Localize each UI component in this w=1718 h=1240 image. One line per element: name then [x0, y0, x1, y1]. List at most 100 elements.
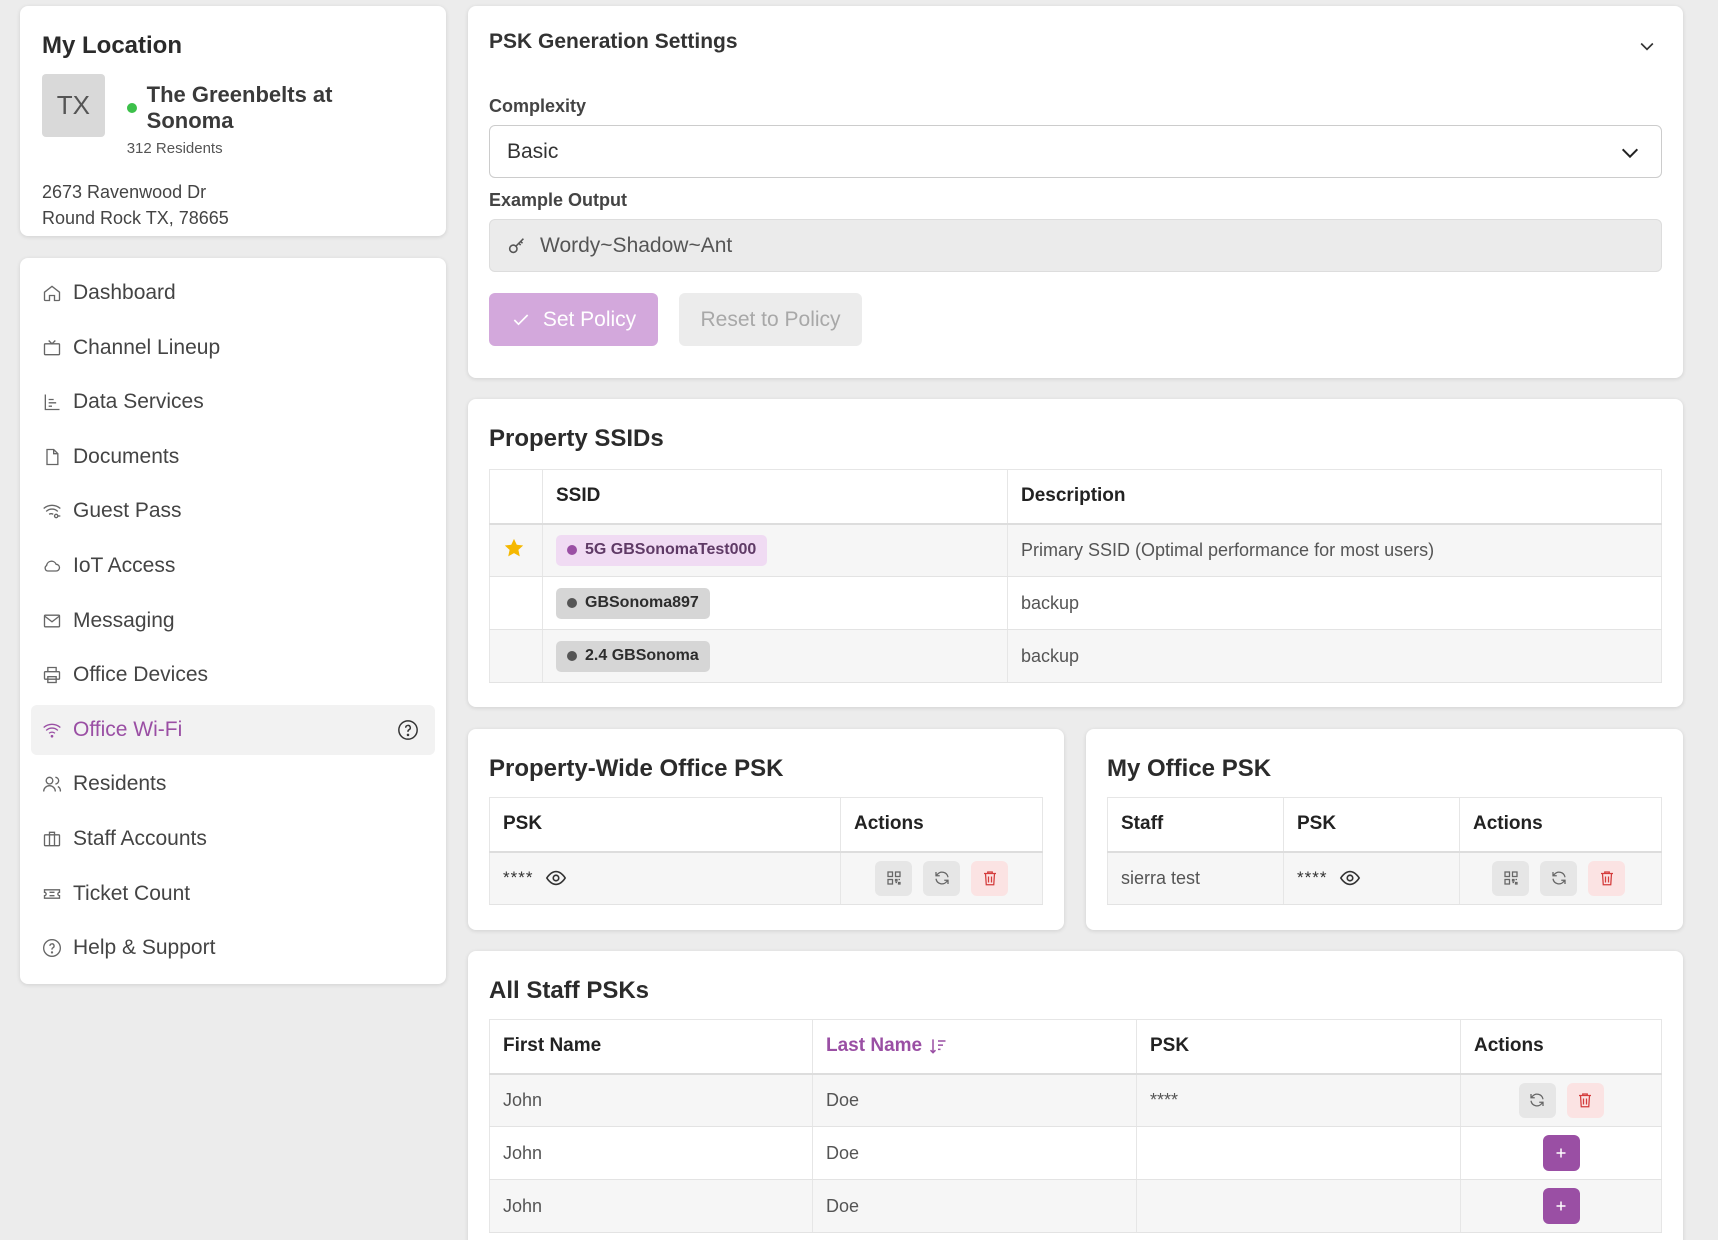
ticket-icon: [41, 883, 63, 905]
sidebar-item-documents[interactable]: Documents: [31, 432, 435, 482]
location-card: My Location TX The Greenbelts at Sonoma …: [20, 6, 446, 236]
last-name: Doe: [812, 1073, 1137, 1127]
regenerate-button[interactable]: [1540, 860, 1577, 896]
sidebar-item-residents[interactable]: Residents: [31, 759, 435, 809]
sidebar-item-office-devices[interactable]: Office Devices: [31, 650, 435, 700]
my-psk-table: Staff PSK Actions sierra test ****: [1107, 797, 1662, 905]
resident-count: 312 Residents: [126, 140, 223, 157]
star-icon[interactable]: [489, 523, 543, 577]
example-output-label: Example Output: [489, 190, 628, 210]
regenerate-button[interactable]: [923, 860, 960, 896]
psk-mask-text: ****: [1297, 868, 1328, 888]
check-icon: [513, 313, 529, 325]
last-name: Doe: [812, 1126, 1137, 1180]
cloud-icon: [41, 555, 63, 577]
sidebar-item-guest-pass[interactable]: Guest Pass: [31, 486, 435, 536]
table-row: sierra test ****: [1107, 851, 1662, 905]
ssid-pill: 2.4 GBSonoma: [556, 640, 710, 672]
sidebar-item-help-support[interactable]: Help & Support: [31, 923, 435, 973]
delete-button[interactable]: [971, 860, 1008, 896]
table-row[interactable]: 2.4 GBSonoma backup: [489, 629, 1662, 683]
table-row[interactable]: 5G GBSonomaTest000 Primary SSID (Optimal…: [489, 523, 1662, 577]
sidebar-item-label: Office Devices: [73, 663, 208, 687]
complexity-select[interactable]: Basic: [489, 125, 1662, 178]
property-ssids-card: Property SSIDs SSID Description 5G GBSon…: [468, 399, 1683, 707]
status-dot-icon: [126, 103, 137, 113]
eye-icon[interactable]: [1339, 867, 1361, 889]
location-avatar: TX: [42, 74, 105, 137]
sidebar-item-label: Ticket Count: [73, 881, 191, 905]
sidebar-nav: Dashboard Channel Lineup Data Services D…: [20, 258, 446, 984]
sidebar-item-label: IoT Access: [73, 553, 176, 577]
property-wide-psk-title: Property-Wide Office PSK: [489, 755, 784, 782]
column-header: [489, 469, 543, 525]
table-row: John Doe: [489, 1179, 1662, 1233]
qr-code-button[interactable]: [875, 860, 912, 896]
column-header[interactable]: PSK: [1136, 1019, 1461, 1075]
sidebar-item-label: Documents: [73, 444, 180, 468]
psk-masked-value: ****: [503, 867, 567, 889]
column-header: SSID: [542, 469, 1008, 525]
star-cell[interactable]: [489, 576, 543, 630]
help-circle-icon: [41, 937, 63, 959]
complexity-label: Complexity: [489, 96, 587, 116]
last-name: Doe: [812, 1179, 1137, 1233]
qr-code-button[interactable]: [1492, 860, 1529, 896]
ssid-description: backup: [1007, 576, 1662, 630]
plus-icon: [1556, 1201, 1566, 1211]
complexity-value: Basic: [507, 139, 559, 163]
psk-value: [1136, 1179, 1461, 1233]
table-row: John Doe: [489, 1126, 1662, 1180]
table-row: ****: [489, 851, 1043, 905]
set-policy-button[interactable]: Set Policy: [489, 293, 658, 346]
sidebar-item-data-services[interactable]: Data Services: [31, 377, 435, 427]
sidebar-item-label: Guest Pass: [73, 499, 182, 523]
chevron-down-icon[interactable]: [1637, 36, 1657, 56]
qr-code-icon: [886, 871, 901, 885]
sidebar-item-messaging[interactable]: Messaging: [31, 596, 435, 646]
column-header[interactable]: First Name: [489, 1019, 813, 1075]
property-wide-psk-card: Property-Wide Office PSK PSK Actions ***…: [468, 729, 1064, 930]
column-header-last-name[interactable]: Last Name: [812, 1019, 1137, 1075]
eye-icon[interactable]: [545, 867, 567, 889]
sidebar-item-office-wifi[interactable]: Office Wi-Fi: [31, 704, 435, 755]
delete-button[interactable]: [1588, 860, 1625, 896]
example-output-field: Wordy~Shadow~Ant: [489, 219, 1662, 272]
reset-to-policy-button[interactable]: Reset to Policy: [679, 293, 862, 346]
star-cell[interactable]: [489, 629, 543, 683]
add-psk-button[interactable]: [1542, 1135, 1580, 1171]
location-name-row: The Greenbelts at Sonoma: [126, 82, 424, 134]
chart-icon: [41, 391, 63, 413]
delete-button[interactable]: [1566, 1082, 1604, 1118]
psk-generation-card: PSK Generation Settings Complexity Basic…: [468, 6, 1683, 378]
document-icon: [41, 446, 63, 468]
staff-name: sierra test: [1107, 851, 1284, 905]
sidebar-item-staff-accounts[interactable]: Staff Accounts: [31, 814, 435, 864]
psk-mask-text: ****: [503, 868, 534, 888]
trash-icon: [1579, 1093, 1591, 1108]
column-header: Description: [1007, 469, 1662, 525]
briefcase-icon: [41, 828, 63, 850]
sidebar-item-channel-lineup[interactable]: Channel Lineup: [31, 323, 435, 373]
ssid-description: backup: [1007, 629, 1662, 683]
table-row[interactable]: GBSonoma897 backup: [489, 576, 1662, 630]
sidebar-item-ticket-count[interactable]: Ticket Count: [31, 869, 435, 919]
column-header: PSK: [489, 797, 841, 853]
column-header: Actions: [1460, 1019, 1662, 1075]
location-address: 2673 Ravenwood Dr Round Rock TX, 78665: [42, 179, 424, 231]
sidebar-item-label: Residents: [73, 772, 167, 796]
location-name: The Greenbelts at Sonoma: [146, 82, 333, 133]
trash-icon: [983, 871, 996, 886]
column-header: PSK: [1283, 797, 1460, 853]
sidebar-item-label: Dashboard: [73, 281, 176, 304]
sidebar-item-dashboard[interactable]: Dashboard: [31, 268, 435, 318]
property-ssids-title: Property SSIDs: [489, 425, 664, 452]
help-circle-icon[interactable]: [397, 719, 419, 741]
all-staff-psks-card: All Staff PSKs First Name Last Name PSK …: [468, 951, 1683, 1240]
add-psk-button[interactable]: [1542, 1188, 1580, 1224]
sidebar-item-iot-access[interactable]: IoT Access: [31, 541, 435, 591]
qr-code-icon: [1503, 871, 1518, 885]
all-staff-psks-title: All Staff PSKs: [489, 977, 650, 1004]
regenerate-button[interactable]: [1518, 1082, 1556, 1118]
refresh-icon: [1551, 871, 1566, 885]
